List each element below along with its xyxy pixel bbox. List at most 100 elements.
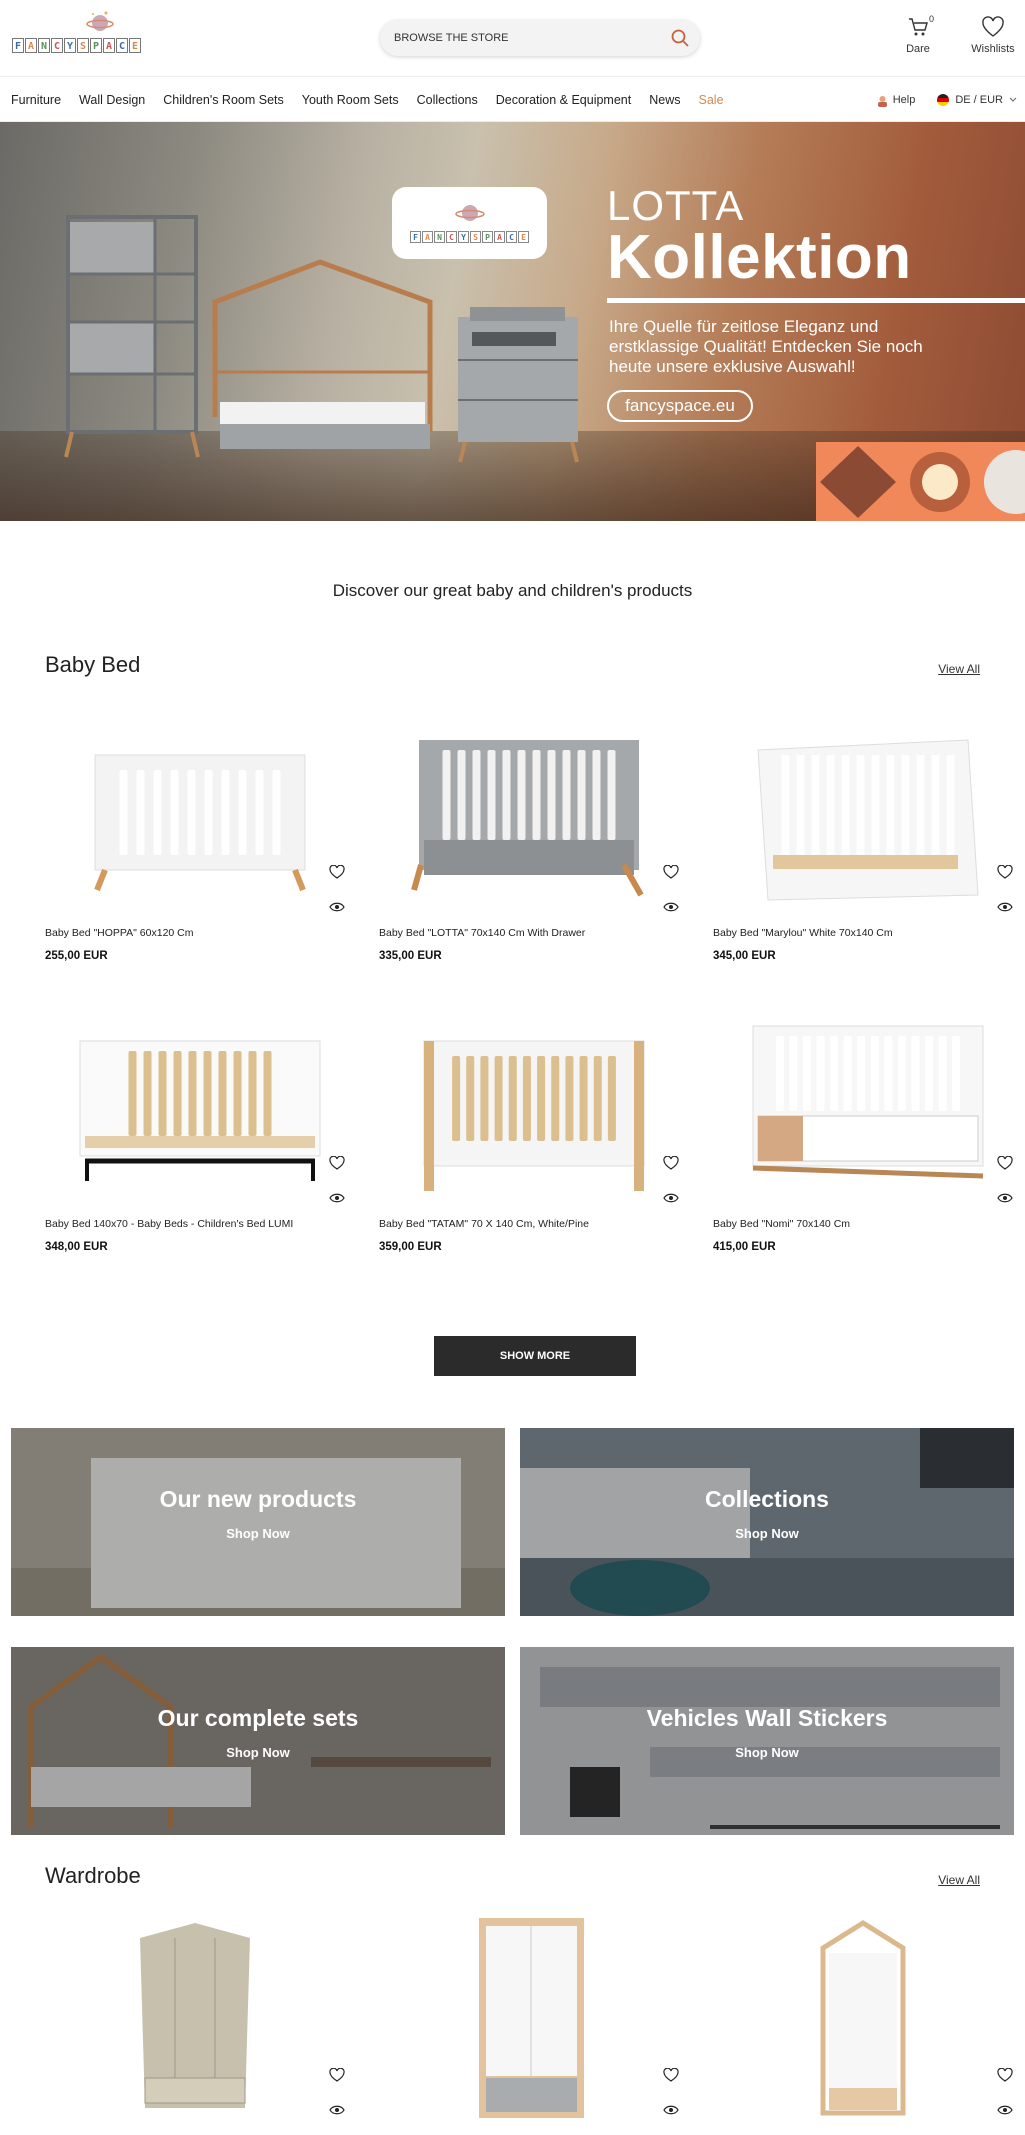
product-price: 348,00 EUR [45, 1241, 108, 1253]
nav-item-sale[interactable]: Sale [699, 93, 724, 107]
fancyspace-logo[interactable]: FANCYSPACE [12, 8, 162, 60]
planet-icon [86, 11, 114, 31]
product-card[interactable]: Baby Bed "HOPPA" 60x120 Cm 255,00 EUR [45, 715, 345, 975]
nav-item-wall-design[interactable]: Wall Design [79, 93, 145, 107]
product-card[interactable]: Baby Bed "LOTTA" 70x140 Cm With Drawer 33… [379, 715, 679, 975]
search-input[interactable] [394, 20, 654, 56]
logo-letter: A [103, 38, 115, 53]
cart-label: Dare [906, 43, 930, 55]
hero-website-button[interactable]: fancyspace.eu [607, 390, 753, 422]
product-price: 255,00 EUR [45, 950, 108, 962]
help-link[interactable]: Help [876, 94, 915, 107]
nav-item-children-s-room-sets[interactable]: Children's Room Sets [163, 93, 284, 107]
banner-title: Vehicles Wall Stickers [646, 1705, 888, 1731]
locale-label: DE / EUR [955, 94, 1003, 106]
hero-banner[interactable]: FANCYSPACE LOTTA Kollektion Ihre Quelle … [0, 122, 1025, 521]
logo-letter: E [129, 38, 141, 53]
nav-item-decoration-equipment[interactable]: Decoration & Equipment [496, 93, 632, 107]
logo-letter: F [12, 38, 24, 53]
product-name[interactable]: Baby Bed "LOTTA" 70x140 Cm With Drawer [379, 927, 585, 939]
baby-bed-image [79, 1040, 321, 1181]
hero-furniture-illustration [64, 215, 579, 463]
nav-item-news[interactable]: News [649, 93, 680, 107]
search-icon[interactable] [670, 28, 690, 48]
eye-icon[interactable] [663, 2104, 679, 2116]
product-name[interactable]: Baby Bed "Nomi" 70x140 Cm [713, 1218, 850, 1230]
product-price: 335,00 EUR [379, 950, 442, 962]
logo-letter: C [506, 231, 517, 243]
search-bar [380, 20, 700, 56]
wardrobe-grid [45, 1918, 1025, 2135]
baby-bed-grid: Baby Bed "HOPPA" 60x120 Cm 255,00 EUR Baby… [45, 715, 1025, 1295]
chevron-down-icon [1009, 97, 1017, 102]
wardrobe-grey-image [140, 1923, 250, 2108]
heart-icon[interactable] [997, 865, 1013, 879]
baby-bed-image [423, 1040, 645, 1191]
hero-divider [607, 298, 1025, 303]
nav-item-collections[interactable]: Collections [417, 93, 478, 107]
logo-letter: S [77, 38, 89, 53]
hero-decorative-shapes [816, 442, 1025, 521]
heart-icon[interactable] [663, 2068, 679, 2082]
logo-letter: Y [64, 38, 76, 53]
banner-shop-now-link[interactable]: Shop Now [520, 1745, 1014, 1760]
eye-icon[interactable] [663, 1192, 679, 1204]
product-card[interactable]: Baby Bed 140x70 - Baby Beds - Children's… [45, 1006, 345, 1266]
logo-letter: F [410, 231, 421, 243]
nav-item-youth-room-sets[interactable]: Youth Room Sets [302, 93, 399, 107]
nav-item-furniture[interactable]: Furniture [11, 93, 61, 107]
eye-icon[interactable] [329, 901, 345, 913]
eye-icon[interactable] [997, 2104, 1013, 2116]
product-card[interactable] [379, 1918, 679, 2135]
logo-letter: N [434, 231, 445, 243]
eye-icon[interactable] [997, 901, 1013, 913]
product-name[interactable]: Baby Bed "Marylou" White 70x140 Cm [713, 927, 893, 939]
logo-wordmark: FANCYSPACE [12, 38, 141, 53]
product-price: 345,00 EUR [713, 950, 776, 962]
site-header: FANCYSPACE 0 Dare Wishlists [0, 0, 1025, 77]
wishlist-button[interactable]: Wishlists [968, 16, 1018, 55]
product-name[interactable]: Baby Bed "HOPPA" 60x120 Cm [45, 927, 194, 939]
eye-icon[interactable] [997, 1192, 1013, 1204]
baby-bed-view-all-link[interactable]: View All [938, 662, 980, 676]
main-nav: Furniture Wall Design Children's Room Sets… [0, 78, 1025, 122]
heart-icon [982, 16, 1004, 37]
banner-complete-sets[interactable]: Our complete sets Shop Now [11, 1647, 505, 1835]
heart-icon[interactable] [329, 1156, 345, 1170]
cart-button[interactable]: 0 Dare [902, 14, 934, 55]
heart-icon[interactable] [663, 865, 679, 879]
heart-icon[interactable] [329, 865, 345, 879]
product-card[interactable] [713, 1918, 1013, 2135]
product-card[interactable]: Baby Bed "TATAM" 70 X 140 Cm, White/Pine… [379, 1006, 679, 1266]
product-card[interactable] [45, 1918, 345, 2135]
eye-icon[interactable] [663, 901, 679, 913]
german-flag-icon [937, 94, 950, 106]
show-more-button[interactable]: SHOW MORE [434, 1336, 636, 1376]
product-price: 415,00 EUR [713, 1241, 776, 1253]
locale-selector[interactable]: DE / EUR [937, 94, 1017, 106]
product-name[interactable]: Baby Bed 140x70 - Baby Beds - Children's… [45, 1218, 293, 1230]
banner-new-products[interactable]: Our new products Shop Now [11, 1428, 505, 1616]
logo-letter: A [494, 231, 505, 243]
logo-letter: Y [458, 231, 469, 243]
heart-icon[interactable] [997, 1156, 1013, 1170]
banner-shop-now-link[interactable]: Shop Now [520, 1526, 1014, 1541]
eye-icon[interactable] [329, 1192, 345, 1204]
wardrobe-white-grey-image [479, 1918, 584, 2118]
wardrobe-view-all-link[interactable]: View All [938, 1873, 980, 1887]
product-card[interactable]: Baby Bed "Marylou" White 70x140 Cm 345,00… [713, 715, 1013, 975]
banner-shop-now-link[interactable]: Shop Now [11, 1745, 505, 1760]
logo-letter: A [422, 231, 433, 243]
eye-icon[interactable] [329, 2104, 345, 2116]
heart-icon[interactable] [329, 2068, 345, 2082]
baby-bed-image [752, 1025, 984, 1179]
heart-icon[interactable] [663, 1156, 679, 1170]
product-card[interactable]: Baby Bed "Nomi" 70x140 Cm 415,00 EUR [713, 1006, 1013, 1266]
banner-collections[interactable]: Collections Shop Now [520, 1428, 1014, 1616]
product-name[interactable]: Baby Bed "TATAM" 70 X 140 Cm, White/Pine [379, 1218, 589, 1230]
baby-bed-image [94, 754, 306, 892]
heart-icon[interactable] [997, 2068, 1013, 2082]
banner-shop-now-link[interactable]: Shop Now [11, 1526, 505, 1541]
banner-vehicles-stickers[interactable]: Vehicles Wall Stickers Shop Now [520, 1647, 1014, 1835]
logo-letter: C [116, 38, 128, 53]
